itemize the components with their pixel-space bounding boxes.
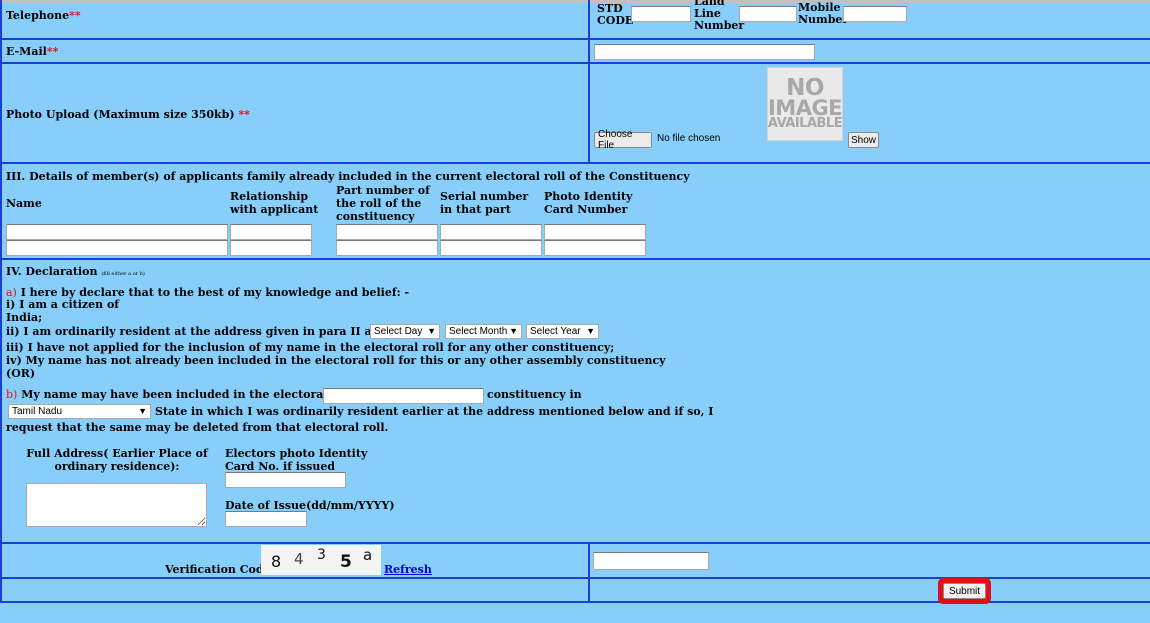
left-border (0, 0, 2, 603)
epic-label: Electors photo Identity Card No. if issu… (225, 447, 368, 473)
captcha-char: 4 (294, 550, 304, 568)
landline-label: Land Line Number (694, 0, 745, 32)
email-input[interactable] (594, 44, 815, 60)
family-relationship-input-1[interactable] (230, 224, 312, 240)
column-divider (588, 542, 590, 603)
b-constituency-input[interactable] (323, 388, 484, 404)
family-relationship-input-2[interactable] (230, 240, 312, 256)
row-divider (0, 542, 1150, 544)
std-code-input[interactable] (631, 6, 691, 22)
choose-file-button[interactable]: Choose File (594, 129, 652, 151)
mobile-label: Mobile Number (798, 1, 849, 26)
top-edge (0, 0, 1150, 3)
family-photo-id-input-2[interactable] (544, 240, 646, 256)
dropdown-arrow-icon: ▼ (427, 326, 436, 336)
email-label: E-Mail** (6, 45, 59, 58)
column-header-relationship: Relationship with applicant (230, 190, 319, 216)
full-address-label: Full Address( Earlier Place of ordinary … (26, 447, 208, 473)
submit-highlight: Submit (938, 578, 991, 604)
no-image-placeholder: NO IMAGE AVAILABLE (767, 67, 843, 141)
row-divider (0, 38, 1150, 40)
column-header-photo-id: Photo Identity Card Number (544, 190, 633, 216)
captcha-image: 8 4 3 5 a (261, 545, 381, 575)
row-divider (0, 162, 1150, 164)
epic-input[interactable] (225, 472, 346, 488)
row-divider (0, 258, 1150, 260)
family-section-heading: III. Details of member(s) of applicants … (6, 170, 690, 183)
dropdown-arrow-icon: ▼ (509, 326, 518, 336)
declaration-b-text: b) My name may have been included in the… (6, 388, 375, 401)
captcha-char: 5 (340, 552, 352, 572)
family-part-number-input-1[interactable] (336, 224, 438, 240)
family-name-input-1[interactable] (6, 224, 228, 240)
family-part-number-input-2[interactable] (336, 240, 438, 256)
declaration-item-1-cont: India; (6, 311, 43, 324)
submit-button[interactable]: Submit (943, 583, 986, 599)
mobile-input[interactable] (843, 6, 907, 22)
verification-code-input[interactable] (593, 552, 709, 570)
declaration-item-4: iv) My name has not already been include… (6, 354, 666, 367)
column-divider (588, 0, 590, 162)
declaration-heading-note: (fill either a or b) (101, 271, 145, 277)
refresh-captcha-link[interactable]: Refresh (384, 563, 432, 576)
std-code-label: STD CODE (597, 2, 634, 27)
row-divider (0, 62, 1150, 64)
file-status-text: No file chosen (657, 133, 721, 144)
landline-input[interactable] (739, 6, 797, 22)
state-dropdown[interactable]: Tamil Nadu ▼ (8, 404, 151, 419)
column-header-part-number: Part number of the roll of the constitue… (336, 184, 430, 223)
captcha-char: 3 (317, 547, 326, 563)
show-photo-button[interactable]: Show (848, 132, 879, 148)
captcha-char: a (363, 546, 373, 564)
column-header-serial-number: Serial number in that part (440, 190, 529, 216)
declaration-item-1: i) I am a citizen of (6, 298, 120, 311)
verification-code-label: Verification Code (165, 563, 271, 576)
telephone-label: Telephone** (6, 9, 81, 22)
family-serial-number-input-1[interactable] (440, 224, 542, 240)
declaration-heading: IV. Declaration (fill either a or b) (6, 265, 145, 278)
date-of-issue-input[interactable] (225, 511, 307, 527)
declaration-item-3: iii) I have not applied for the inclusio… (6, 341, 615, 354)
declaration-b-text-4: request that the same may be deleted fro… (6, 421, 389, 434)
select-year-dropdown[interactable]: Select Year ▼ (526, 324, 599, 339)
full-address-textarea[interactable] (26, 483, 207, 527)
declaration-b-text-3: State in which I was ordinarily resident… (155, 405, 714, 418)
declaration-b-text-2: constituency in (487, 388, 582, 401)
captcha-char: 8 (271, 552, 282, 571)
select-month-dropdown[interactable]: Select Month ▼ (445, 324, 522, 339)
dropdown-arrow-icon: ▼ (586, 326, 595, 336)
declaration-or: (OR) (6, 367, 36, 380)
family-name-input-2[interactable] (6, 240, 228, 256)
column-header-name: Name (6, 197, 42, 210)
family-photo-id-input-1[interactable] (544, 224, 646, 240)
dropdown-arrow-icon: ▼ (138, 406, 147, 416)
family-serial-number-input-2[interactable] (440, 240, 542, 256)
select-day-dropdown[interactable]: Select Day ▼ (370, 324, 440, 339)
photo-upload-label: Photo Upload (Maximum size 350kb) ** (6, 108, 250, 121)
